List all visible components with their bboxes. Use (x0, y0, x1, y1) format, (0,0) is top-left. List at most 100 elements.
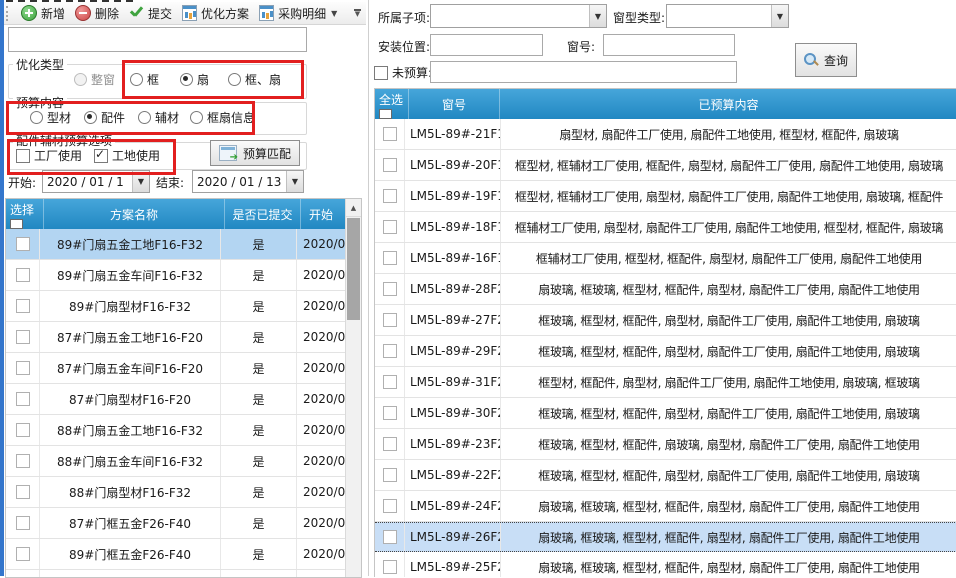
window-row[interactable]: LM5L-89#-24F22扇玻璃, 框玻璃, 框型材, 框配件, 扇型材, 扇… (375, 491, 956, 522)
chevron-down-icon[interactable]: ▼ (132, 171, 149, 192)
row-select-checkbox[interactable] (383, 344, 397, 358)
optimization-plan-button[interactable]: 优化方案 (177, 3, 254, 24)
row-select-checkbox[interactable] (383, 251, 397, 265)
radio-whole-window[interactable]: 整窗 (74, 71, 115, 88)
chevron-down-icon[interactable]: ▼ (589, 5, 606, 27)
radio-profile[interactable]: 型材 (30, 109, 71, 126)
row-select-checkbox[interactable] (16, 268, 30, 282)
plan-row[interactable]: 88#门扇五金车间F16-F32是2020/0 (6, 446, 346, 477)
chevron-down-icon[interactable]: ▼ (286, 171, 303, 192)
window-row[interactable]: LM5L-89#-30F28框玻璃, 框型材, 框配件, 扇型材, 扇配件工厂使… (375, 398, 956, 429)
select-all-checkbox[interactable] (379, 109, 392, 119)
window-row[interactable]: LM5L-89#-20F18框型材, 框辅材工厂使用, 框配件, 扇型材, 扇配… (375, 150, 956, 181)
plan-row[interactable]: 89#门扇型材F16-F32是2020/0 (6, 291, 346, 322)
radio-label: 型材 (47, 109, 71, 126)
row-select-checkbox[interactable] (16, 423, 30, 437)
row-select-checkbox[interactable] (16, 330, 30, 344)
plans-table-scrollbar[interactable]: ▲ (345, 199, 361, 577)
checkbox-site-use[interactable]: 工地使用 (94, 147, 160, 164)
query-button[interactable]: 查询 (795, 43, 857, 77)
window-row[interactable]: LM5L-89#-25F23扇玻璃, 框玻璃, 框型材, 框配件, 扇型材, 扇… (375, 552, 956, 577)
radio-frame-sash-info[interactable]: 框扇信息 (190, 109, 255, 126)
purchase-detail-button[interactable]: 采购明细 ▼ (254, 3, 342, 24)
sub-item-select[interactable]: ▼ (430, 4, 607, 28)
row-select-checkbox[interactable] (16, 237, 30, 251)
window-row[interactable]: LM5L-89#-21F19扇型材, 扇配件工厂使用, 扇配件工地使用, 框型材… (375, 119, 956, 150)
row-select-checkbox[interactable] (16, 547, 30, 561)
row-select-checkbox[interactable] (383, 127, 397, 141)
row-select-checkbox[interactable] (16, 299, 30, 313)
row-select-checkbox[interactable] (383, 282, 397, 296)
scroll-up-icon[interactable]: ▲ (346, 199, 361, 217)
radio-accessory[interactable]: 配件 (84, 109, 125, 126)
window-no-input[interactable] (603, 34, 735, 56)
select-all-header[interactable]: 选择 (6, 199, 44, 229)
start-date-cell: 2020/0 (297, 539, 346, 569)
window-row[interactable]: LM5L-89#-28F26扇玻璃, 框玻璃, 框型材, 框配件, 扇型材, 扇… (375, 274, 956, 305)
column-header-plan-name[interactable]: 方案名称 (44, 199, 225, 229)
row-select-checkbox[interactable] (16, 516, 30, 530)
row-select-checkbox[interactable] (383, 468, 397, 482)
plan-row[interactable]: 87#门扇型材F16-F20是2020/0 (6, 384, 346, 415)
toolbar-grip-icon[interactable] (6, 6, 11, 21)
row-select-checkbox[interactable] (383, 158, 397, 172)
row-select-checkbox[interactable] (383, 530, 397, 544)
toolbar-overflow-button[interactable]: ▼ (351, 5, 364, 22)
row-select-checkbox[interactable] (383, 189, 397, 203)
window-row[interactable]: LM5L-89#-29F27框玻璃, 框型材, 框配件, 扇型材, 扇配件工厂使… (375, 336, 956, 367)
window-row[interactable]: LM5L-89#-27F25框玻璃, 框型材, 框配件, 扇型材, 扇配件工厂使… (375, 305, 956, 336)
row-select-checkbox[interactable] (383, 560, 397, 574)
window-row[interactable]: LM5L-89#-22F20框玻璃, 框型材, 框配件, 扇型材, 扇配件工厂使… (375, 460, 956, 491)
row-select-checkbox[interactable] (16, 392, 30, 406)
row-select-checkbox[interactable] (383, 406, 397, 420)
budget-match-button[interactable]: 预算匹配 (210, 140, 300, 166)
column-header-budgeted-content[interactable]: 已预算内容 (500, 89, 956, 119)
date-start-picker[interactable]: 2020 / 01 / 1 ▼ (42, 170, 150, 193)
window-type-select[interactable]: ▼ (666, 4, 789, 28)
plan-row[interactable]: 88#门扇五金工地F16-F32是2020/0 (6, 415, 346, 446)
delete-button[interactable]: 删除 (70, 3, 124, 24)
row-select-checkbox[interactable] (16, 361, 30, 375)
window-row[interactable]: LM5L-89#-26F24扇玻璃, 框玻璃, 框型材, 框配件, 扇型材, 扇… (375, 522, 956, 552)
install-position-input[interactable] (430, 34, 543, 56)
plan-row[interactable]: 87#门扇五金车间F16-F20是2020/0 (6, 353, 346, 384)
radio-frame-sash[interactable]: 框、扇 (228, 71, 281, 88)
row-select-checkbox[interactable] (383, 499, 397, 513)
column-header-start[interactable]: 开始 (301, 199, 346, 229)
window-row[interactable]: LM5L-89#-18F16框辅材工厂使用, 扇型材, 扇配件工厂使用, 扇配件… (375, 212, 956, 243)
row-select-checkbox-cell (6, 291, 40, 321)
scrollbar-thumb[interactable] (347, 218, 360, 320)
submit-button[interactable]: 提交 (124, 3, 177, 24)
window-row[interactable]: LM5L-89#-16F15框辅材工厂使用, 框型材, 框配件, 扇型材, 扇配… (375, 243, 956, 274)
row-select-checkbox[interactable] (383, 220, 397, 234)
row-select-checkbox[interactable] (383, 375, 397, 389)
column-header-submitted[interactable]: 是否已提交 (225, 199, 301, 229)
window-row[interactable]: LM5L-89#-31F29框型材, 框配件, 扇型材, 扇配件工厂使用, 扇配… (375, 367, 956, 398)
plan-row[interactable]: 88#门框五金F21-F40是2020/0 (6, 570, 346, 578)
row-select-checkbox[interactable] (16, 454, 30, 468)
date-end-picker[interactable]: 2020 / 01 / 13 ▼ (192, 170, 304, 193)
select-all-header[interactable]: 全选 (375, 89, 409, 119)
plan-row[interactable]: 87#门扇五金工地F16-F20是2020/0 (6, 322, 346, 353)
checkbox-no-budget[interactable]: 未预算: (374, 64, 432, 81)
add-button[interactable]: 新增 (16, 3, 70, 24)
no-budget-input[interactable] (430, 61, 737, 83)
plan-row[interactable]: 89#门扇五金车间F16-F32是2020/0 (6, 260, 346, 291)
plan-row[interactable]: 88#门扇型材F16-F32是2020/0 (6, 477, 346, 508)
window-row[interactable]: LM5L-89#-19F17框型材, 框辅材工厂使用, 扇型材, 扇配件工厂使用… (375, 181, 956, 212)
plan-filter-input[interactable] (8, 27, 307, 52)
plan-row[interactable]: 87#门框五金F26-F40是2020/0 (6, 508, 346, 539)
plan-row[interactable]: 89#门扇五金工地F16-F32是2020/0 (6, 229, 346, 260)
column-header-window-no[interactable]: 窗号 (409, 89, 500, 119)
radio-frame[interactable]: 框 (130, 71, 159, 88)
row-select-checkbox[interactable] (383, 437, 397, 451)
select-all-checkbox[interactable] (10, 219, 23, 229)
chevron-down-icon[interactable]: ▼ (771, 5, 788, 27)
row-select-checkbox[interactable] (383, 313, 397, 327)
row-select-checkbox[interactable] (16, 485, 30, 499)
checkbox-factory-use[interactable]: 工厂使用 (16, 147, 82, 164)
radio-auxiliary[interactable]: 辅材 (138, 109, 179, 126)
window-row[interactable]: LM5L-89#-23F21框玻璃, 框型材, 框配件, 扇玻璃, 扇型材, 扇… (375, 429, 956, 460)
plan-row[interactable]: 89#门框五金F26-F40是2020/0 (6, 539, 346, 570)
radio-sash[interactable]: 扇 (180, 71, 209, 88)
